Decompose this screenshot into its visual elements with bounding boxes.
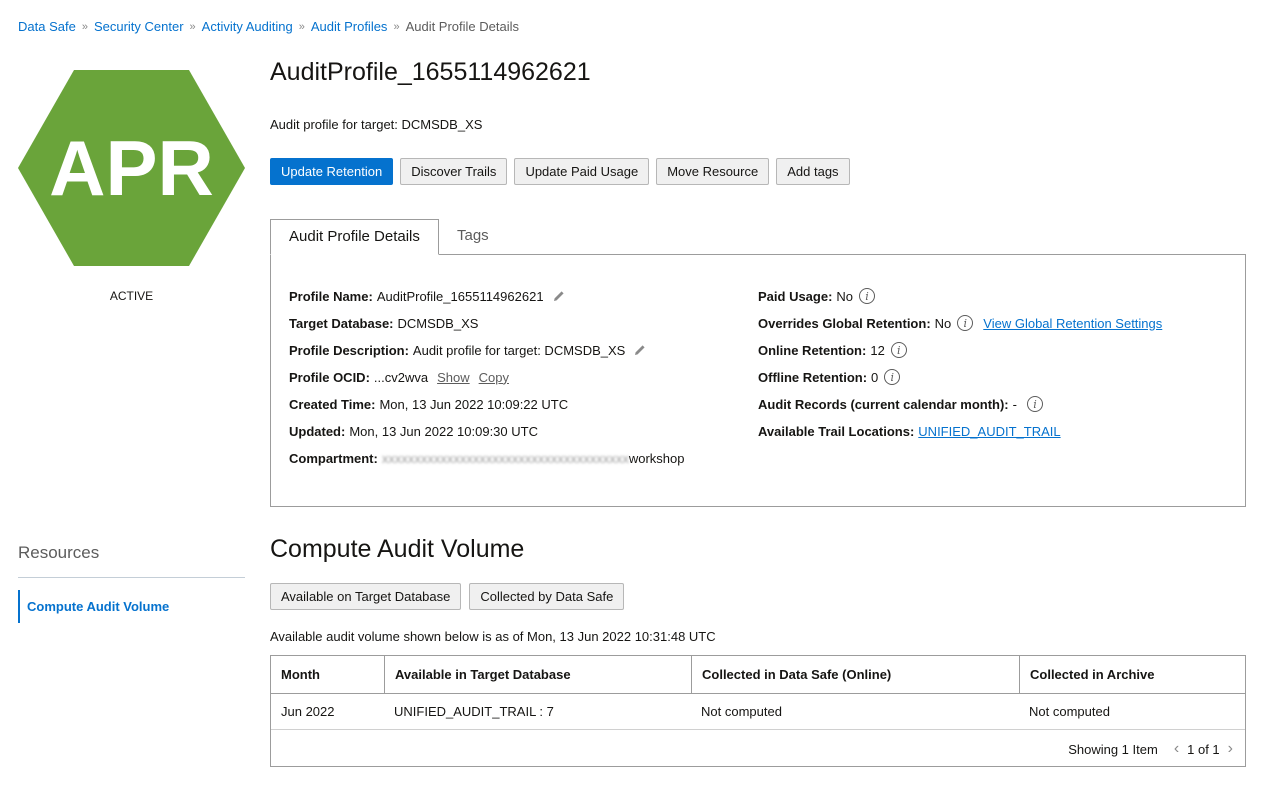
breadcrumb-security-center[interactable]: Security Center [94,19,184,34]
move-resource-button[interactable]: Move Resource [656,158,770,185]
tab-tags[interactable]: Tags [439,219,507,255]
resource-badge: APR [18,70,245,266]
column-header-month[interactable]: Month [271,656,384,693]
badge-initials: APR [49,124,214,212]
paid-usage-label: Paid Usage: [758,288,833,304]
resources-item-compute-audit-volume[interactable]: Compute Audit Volume [18,590,238,623]
section-title: Compute Audit Volume [270,535,525,563]
info-icon[interactable]: i [957,315,974,331]
column-header-collected-archive[interactable]: Collected in Archive [1019,656,1245,693]
profile-description-value: Audit profile for target: DCMSDB_XS [412,342,626,358]
online-retention-label: Online Retention: [758,342,867,358]
target-database-value: DCMSDB_XS [397,315,479,331]
audit-records-label: Audit Records (current calendar month): [758,396,1009,412]
offline-retention-row: Offline Retention: 0 i [758,368,901,386]
hexagon-badge-icon: APR [18,70,245,266]
info-icon[interactable]: i [890,342,907,358]
updated-label: Updated: [289,423,346,439]
compartment-redacted: xxxxxxxxxxxxxxxxxxxxxxxxxxxxxxxxxxxxxx [381,450,629,466]
as-of-text: Available audit volume shown below is as… [270,629,716,644]
table-footer: Showing 1 Item ‹ 1 of 1 › [1068,740,1233,758]
profile-ocid-label: Profile OCID: [289,369,370,385]
compartment-row: Compartment: xxxxxxxxxxxxxxxxxxxxxxxxxxx… [289,449,684,467]
audit-records-row: Audit Records (current calendar month): … [758,395,1043,413]
column-header-available[interactable]: Available in Target Database [384,656,691,693]
discover-trails-button[interactable]: Discover Trails [400,158,508,185]
info-icon[interactable]: i [859,288,876,304]
online-retention-row: Online Retention: 12 i [758,341,907,359]
overrides-global-retention-row: Overrides Global Retention: No i View Gl… [758,314,1162,332]
target-database-row: Target Database: DCMSDB_XS [289,314,478,332]
created-time-label: Created Time: [289,396,376,412]
profile-ocid-row: Profile OCID: ...cv2wva Show Copy [289,368,509,386]
updated-value: Mon, 13 Jun 2022 10:09:30 UTC [349,423,538,439]
view-global-retention-settings-link[interactable]: View Global Retention Settings [983,316,1162,331]
breadcrumb-current: Audit Profile Details [405,19,520,34]
compartment-label: Compartment: [289,450,378,466]
breadcrumb-separator: » [189,20,196,33]
resources-title: Resources [18,543,100,562]
available-on-target-database-button[interactable]: Available on Target Database [270,583,462,610]
table-cell: UNIFIED_AUDIT_TRAIL : 7 [394,703,554,719]
volume-action-bar: Available on Target Database Collected b… [270,583,625,610]
action-bar: Update Retention Discover Trails Update … [270,158,850,185]
online-retention-value: 12 [870,342,885,358]
table-cell: Not computed [1029,703,1110,719]
audit-records-value: - [1012,396,1017,412]
paid-usage-value: No [836,288,854,304]
showing-count: Showing 1 Item [1068,741,1158,757]
overrides-global-retention-label: Overrides Global Retention: [758,315,931,331]
ocid-show-link[interactable]: Show [437,370,470,385]
tab-audit-profile-details[interactable]: Audit Profile Details [270,219,439,255]
column-header-collected-online[interactable]: Collected in Data Safe (Online) [691,656,1019,693]
table-header: Month Available in Target Database Colle… [271,656,1245,694]
info-icon[interactable]: i [1026,396,1043,412]
created-time-row: Created Time: Mon, 13 Jun 2022 10:09:22 … [289,395,568,413]
offline-retention-value: 0 [871,369,879,385]
edit-pencil-icon[interactable] [633,343,647,357]
breadcrumb-separator: » [393,20,400,33]
breadcrumb: Data Safe » Security Center » Activity A… [18,19,519,34]
breadcrumb-data-safe[interactable]: Data Safe [18,19,76,34]
updated-row: Updated: Mon, 13 Jun 2022 10:09:30 UTC [289,422,538,440]
breadcrumb-separator: » [298,20,305,33]
table-row: Jun 2022 UNIFIED_AUDIT_TRAIL : 7 Not com… [271,693,1245,730]
table-cell: Not computed [701,703,782,719]
chevron-right-icon[interactable]: › [1228,740,1233,758]
table-cell: Jun 2022 [281,703,335,719]
collected-by-data-safe-button[interactable]: Collected by Data Safe [469,583,625,610]
overrides-global-retention-value: No [934,315,952,331]
add-tags-button[interactable]: Add tags [776,158,850,185]
created-time-value: Mon, 13 Jun 2022 10:09:22 UTC [379,396,569,412]
profile-ocid-value: ...cv2wva [373,369,429,385]
unified-audit-trail-link[interactable]: UNIFIED_AUDIT_TRAIL [918,424,1060,439]
page-subtitle: Audit profile for target: DCMSDB_XS [270,117,483,132]
update-paid-usage-button[interactable]: Update Paid Usage [514,158,650,185]
edit-pencil-icon[interactable] [552,289,566,303]
update-retention-button[interactable]: Update Retention [270,158,394,185]
info-icon[interactable]: i [884,369,901,385]
ocid-copy-link[interactable]: Copy [479,370,509,385]
profile-name-value: AuditProfile_1655114962621 [376,288,544,304]
breadcrumb-activity-auditing[interactable]: Activity Auditing [202,19,293,34]
profile-description-row: Profile Description: Audit profile for t… [289,341,647,359]
resources-divider [18,577,245,578]
trail-locations-row: Available Trail Locations: UNIFIED_AUDIT… [758,422,1061,440]
page-title: AuditProfile_1655114962621 [270,58,591,86]
breadcrumb-audit-profiles[interactable]: Audit Profiles [311,19,388,34]
trail-locations-label: Available Trail Locations: [758,423,915,439]
profile-name-row: Profile Name: AuditProfile_1655114962621 [289,287,566,305]
profile-name-label: Profile Name: [289,288,373,304]
compartment-value: workshop [628,450,685,466]
breadcrumb-separator: » [81,20,88,33]
profile-description-label: Profile Description: [289,342,409,358]
paid-usage-row: Paid Usage: No i [758,287,876,305]
audit-volume-table: Month Available in Target Database Colle… [270,655,1246,767]
target-database-label: Target Database: [289,315,394,331]
page-indicator: 1 of 1 [1187,741,1220,757]
offline-retention-label: Offline Retention: [758,369,868,385]
status-badge: ACTIVE [109,289,154,303]
details-panel: Profile Name: AuditProfile_1655114962621… [270,254,1246,507]
chevron-left-icon[interactable]: ‹ [1174,740,1179,758]
